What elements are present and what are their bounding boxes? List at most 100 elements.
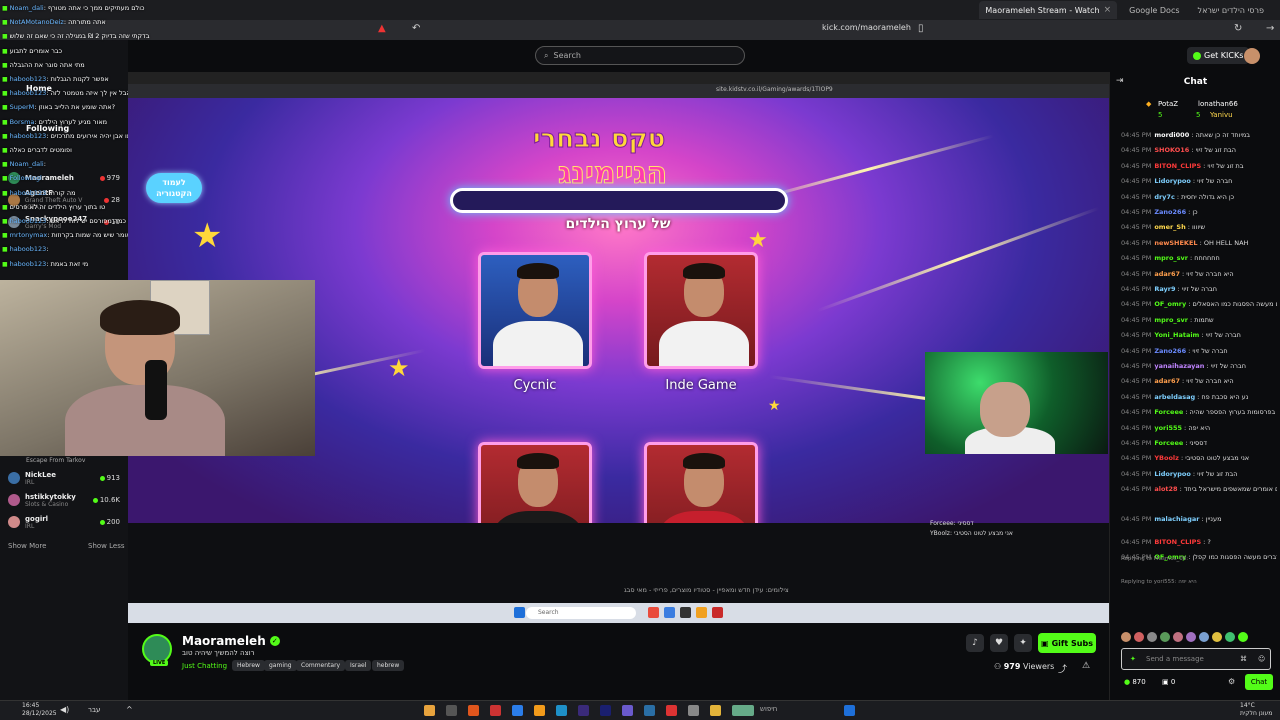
app-icon[interactable] — [556, 705, 567, 716]
chat-message[interactable]: 04:45 PM Rayr9: חברה של זיוי — [1121, 285, 1277, 293]
chat-message[interactable]: 04:45 PM adar67: היא חברה של זיוי — [1121, 270, 1277, 278]
nominee-card[interactable] — [644, 252, 758, 369]
chat-message[interactable]: 04:45 PM Zano266: כן — [1121, 208, 1277, 216]
chat-message[interactable]: 04:45 PM YBoolz: אני מבצע לטוט הסטיבי — [1121, 454, 1277, 462]
message-user[interactable]: SHOKO16 — [1154, 146, 1189, 154]
tab-kids-awards[interactable]: פרסי הילדים ישראל — [1192, 1, 1270, 19]
category-page-button[interactable]: לעמוד הקטגוריה — [146, 173, 202, 203]
get-kicks-button[interactable]: Get KICKs — [1187, 47, 1250, 64]
chat-message[interactable]: 04:45 PM BITON_CLIPS: ? — [1121, 538, 1277, 546]
nominee-card[interactable] — [644, 442, 758, 523]
refresh-icon[interactable]: ↻ — [1234, 23, 1242, 34]
emote-icon[interactable] — [1121, 632, 1131, 642]
tab-google-docs[interactable]: Google Docs — [1123, 1, 1185, 19]
message-user[interactable]: alot28 — [1154, 485, 1177, 493]
emote-icon[interactable] — [1134, 632, 1144, 642]
notifications-icon[interactable]: ♪ — [966, 634, 984, 652]
follow-heart-icon[interactable]: ♥ — [990, 634, 1008, 652]
message-user[interactable]: Yoni_Hataim — [1154, 331, 1199, 339]
stream-tag[interactable]: Commentary — [296, 660, 346, 671]
app-icon[interactable] — [468, 705, 479, 716]
tab-maorameleh[interactable]: Maorameleh Stream - Watch × — [979, 1, 1118, 19]
search-input[interactable]: ⌕ Search — [535, 46, 745, 65]
send-chat-button[interactable]: Chat — [1245, 674, 1273, 690]
stream-tag[interactable]: hebrew — [372, 660, 405, 671]
message-user[interactable]: Rayr9 — [1154, 285, 1175, 293]
chat-message[interactable]: 04:45 PM yori555: היא יפה — [1121, 424, 1277, 432]
windows-icon[interactable] — [844, 705, 855, 716]
chat-input[interactable]: ✦ Send a message ⌘ ☺ — [1121, 648, 1271, 670]
emoji-icon[interactable]: ☺ — [1258, 649, 1265, 669]
show-more-link[interactable]: Show More — [8, 542, 46, 550]
gifter-name[interactable]: PotaZ — [1158, 100, 1178, 108]
chat-message[interactable]: 04:45 PM Forceee: דססיני — [1121, 439, 1277, 447]
message-user[interactable]: newSHEKEL — [1154, 239, 1197, 247]
message-user[interactable]: malachiagar — [1154, 515, 1199, 523]
chat-message[interactable]: 04:45 PM SHOKO16: הבת זוג של זיוי — [1121, 146, 1277, 154]
chat-message[interactable]: 04:45 PM mordi000: במיוחד זה כן שאתה — [1121, 131, 1277, 139]
stream-category[interactable]: Just Chatting — [182, 662, 227, 670]
chat-message[interactable]: 04:45 PM mpro_svr: חחחחחח — [1121, 254, 1277, 262]
message-user[interactable]: Forceee — [1154, 408, 1183, 416]
emote-icon[interactable] — [1212, 632, 1222, 642]
share-icon[interactable]: ⤴ — [1058, 662, 1067, 675]
message-user[interactable]: Lidorypoo — [1154, 470, 1191, 478]
report-icon[interactable]: ⚠ — [1082, 661, 1090, 671]
windows-search[interactable]: חיפוש — [760, 705, 777, 713]
app-icon[interactable] — [622, 705, 633, 716]
message-user[interactable]: adar67 — [1154, 270, 1180, 278]
avatar[interactable] — [1244, 48, 1260, 64]
emote-icon[interactable] — [1160, 632, 1170, 642]
emote-icon[interactable] — [1199, 632, 1209, 642]
emote-icon[interactable] — [1147, 632, 1157, 642]
emote-icon[interactable] — [1186, 632, 1196, 642]
message-user[interactable]: Lidorypoo — [1154, 177, 1191, 185]
emote-icon[interactable] — [1225, 632, 1235, 642]
app-icon[interactable] — [732, 705, 754, 716]
pin-icon[interactable]: ✦ — [1014, 634, 1032, 652]
chat-message[interactable]: 04:45 PM Yoni_Hataim: חברה של זיוי — [1121, 331, 1277, 339]
app-icon[interactable] — [688, 705, 699, 716]
message-user[interactable]: omer_Sh — [1154, 223, 1185, 231]
chat-message[interactable]: 04:45 PM Zano266: חברה של זיוי — [1121, 347, 1277, 355]
message-user[interactable]: BITON_CLIPS — [1154, 162, 1201, 170]
app-icon[interactable] — [490, 705, 501, 716]
message-user[interactable]: yori555 — [1154, 424, 1182, 432]
chevron-up-icon[interactable]: ^ — [126, 705, 133, 714]
message-user[interactable]: mordi000 — [1154, 131, 1189, 139]
kick-emote-icon[interactable]: ✦ — [1130, 649, 1136, 669]
system-clock[interactable]: 16:45 28/12/2025 — [22, 702, 57, 718]
sidebar-channel[interactable]: NickLee IRL 913 — [8, 468, 120, 488]
message-user[interactable]: adar67 — [1154, 377, 1180, 385]
chat-message[interactable]: 04:45 PM adar67: היא חברה של זיוי — [1121, 377, 1277, 385]
message-user[interactable]: arbeldasag — [1154, 393, 1195, 401]
message-user[interactable]: mpro_svr — [1154, 316, 1188, 324]
message-user[interactable]: Zano266 — [1154, 347, 1186, 355]
message-user[interactable]: BITON_CLIPS — [1154, 538, 1201, 546]
app-icon[interactable] — [578, 705, 589, 716]
weather-widget[interactable]: 14°C מעונן חלקית — [1240, 702, 1272, 718]
app-icon[interactable] — [644, 705, 655, 716]
gifter-name[interactable]: Yanivu — [1210, 111, 1233, 119]
gifter-name[interactable]: lonathan66 — [1198, 100, 1238, 108]
chat-message[interactable]: 04:45 PM yanaihazayan: חברה של זיוי — [1121, 362, 1277, 370]
url-text[interactable]: kick.com/maorameleh — [822, 23, 911, 32]
volume-icon[interactable]: ◀) — [60, 705, 69, 714]
command-icon[interactable]: ⌘ — [1240, 649, 1247, 669]
close-icon[interactable]: × — [1104, 5, 1112, 15]
sidebar-channel[interactable]: hstikkytokky Slots & Casino 10.6K — [8, 490, 120, 510]
nominee-card[interactable] — [478, 252, 592, 369]
sidebar-channel[interactable]: gogirl IRL 200 — [8, 512, 120, 532]
chat-message[interactable]: 04:45 PM malachiagar: מעניין — [1121, 515, 1277, 523]
chat-message[interactable]: 04:45 PMalot28: תמיד אתם אומרים שמאשפים … — [1121, 485, 1277, 493]
chat-message[interactable]: 04:45 PM arbeldasag: נע היא סכבת פח — [1121, 393, 1277, 401]
chat-message[interactable]: 04:45 PM Lidorypoo: הבת זוג של זיוי — [1121, 470, 1277, 478]
message-user[interactable]: Zano266 — [1154, 208, 1186, 216]
stream-tag[interactable]: Israel — [345, 660, 372, 671]
chat-message[interactable]: 04:45 PMOF_omry: אתם רק מדברים מעשה הפסג… — [1121, 300, 1277, 308]
message-user[interactable]: dry7c — [1154, 193, 1174, 201]
message-user[interactable]: mpro_svr — [1154, 254, 1188, 262]
stream-tag[interactable]: Hebrew — [232, 660, 265, 671]
chat-message[interactable]: 04:45 PM dry7c: כן היא גדולה יחסית — [1121, 193, 1277, 201]
app-icon[interactable] — [446, 705, 457, 716]
